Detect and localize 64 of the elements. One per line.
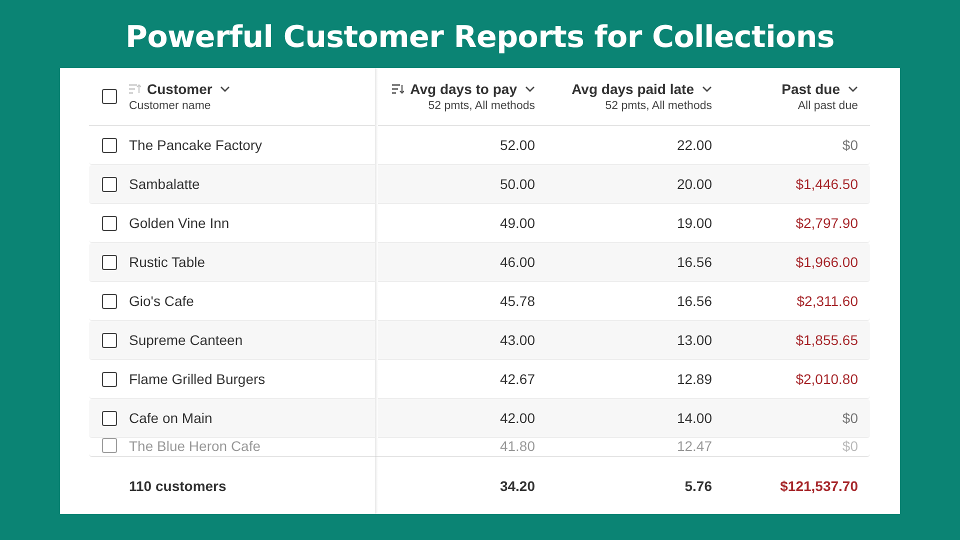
- column-subtitle: Customer name: [129, 100, 212, 112]
- table-cell-text: $1,966.00: [794, 254, 858, 270]
- sort-icon[interactable]: [392, 84, 404, 94]
- table-cell-text: 42.00: [498, 410, 535, 426]
- select-all-checkbox[interactable]: [102, 89, 116, 104]
- column-subtitle: All past due: [798, 100, 858, 112]
- row-checkbox[interactable]: [102, 438, 116, 453]
- table-cell-text: 20.00: [676, 176, 712, 192]
- chevron-down-icon[interactable]: [702, 86, 712, 92]
- table-cell-text: $2,311.60: [796, 293, 858, 309]
- customer-name: Golden Vine Inn: [129, 215, 230, 231]
- table-cell-text: 41.80: [498, 438, 535, 454]
- column-header[interactable]: Past due: [782, 81, 840, 97]
- chevron-down-icon[interactable]: [220, 86, 230, 92]
- total-cell-text: 5.76: [684, 478, 712, 494]
- table-cell-text: $2,797.90: [794, 215, 858, 231]
- row-checkbox[interactable]: [102, 138, 116, 152]
- customer-name: Rustic Table: [129, 254, 206, 270]
- table-cell-text: 14.00: [676, 410, 712, 426]
- table-cell-text: 42.67: [498, 371, 535, 387]
- table-cell-text: 19.00: [676, 215, 712, 231]
- customer-name: The Pancake Factory: [129, 137, 264, 153]
- row-checkbox[interactable]: [102, 294, 116, 308]
- customer-name: Sambalatte: [129, 176, 201, 192]
- customer-name: Gio's Cafe: [129, 293, 195, 309]
- chevron-down-icon[interactable]: [848, 86, 858, 92]
- table-cell-text: $1,855.65: [794, 332, 858, 348]
- table-cell-text: 16.56: [676, 254, 712, 270]
- chevron-down-icon[interactable]: [525, 86, 535, 92]
- table-cell-text: 12.89: [676, 371, 712, 387]
- column-header[interactable]: Avg days to pay: [410, 81, 517, 97]
- customer-name: The Blue Heron Cafe: [129, 438, 262, 454]
- table-cell-text: 52.00: [498, 137, 535, 153]
- table-cell-text: $2,010.80: [794, 371, 858, 387]
- customer-name: Flame Grilled Burgers: [129, 371, 266, 387]
- table-cell-text: 50.00: [498, 176, 535, 192]
- table-cell-text: $0: [841, 137, 858, 153]
- row-checkbox[interactable]: [102, 254, 116, 270]
- table-cell-text: 43.00: [498, 332, 535, 348]
- total-cell-text: $121,537.70: [779, 478, 858, 494]
- row-checkbox[interactable]: [102, 176, 116, 192]
- customer-name: Supreme Canteen: [129, 332, 244, 348]
- row-checkbox[interactable]: [102, 410, 116, 426]
- row-checkbox[interactable]: [102, 332, 116, 348]
- column-subtitle: 52 pmts, All methods: [428, 100, 535, 112]
- table-cell-text: 49.00: [498, 215, 535, 231]
- table-cell-text: 45.78: [498, 293, 535, 309]
- table-cell-text: $0: [841, 410, 858, 426]
- customer-count: 110 customers: [129, 478, 228, 494]
- table-cell-text: 22.00: [676, 137, 712, 153]
- headline: Powerful Customer Reports for Collections: [126, 20, 834, 55]
- row-checkbox[interactable]: [102, 216, 116, 230]
- table-cell-text: 12.47: [676, 438, 712, 454]
- column-header[interactable]: Customer: [147, 81, 212, 97]
- column-subtitle: 52 pmts, All methods: [605, 100, 712, 112]
- table-cell-text: $0: [841, 438, 858, 454]
- column-header[interactable]: Avg days paid late: [572, 81, 694, 97]
- table-cell-text: 16.56: [676, 293, 712, 309]
- row-checkbox[interactable]: [102, 372, 116, 386]
- table-cell-text: 13.00: [676, 332, 712, 348]
- table-cell-text: $1,446.50: [794, 176, 858, 192]
- total-cell-text: 34.20: [498, 478, 535, 494]
- customer-name: Cafe on Main: [129, 410, 214, 426]
- table-cell-text: 46.00: [498, 254, 535, 270]
